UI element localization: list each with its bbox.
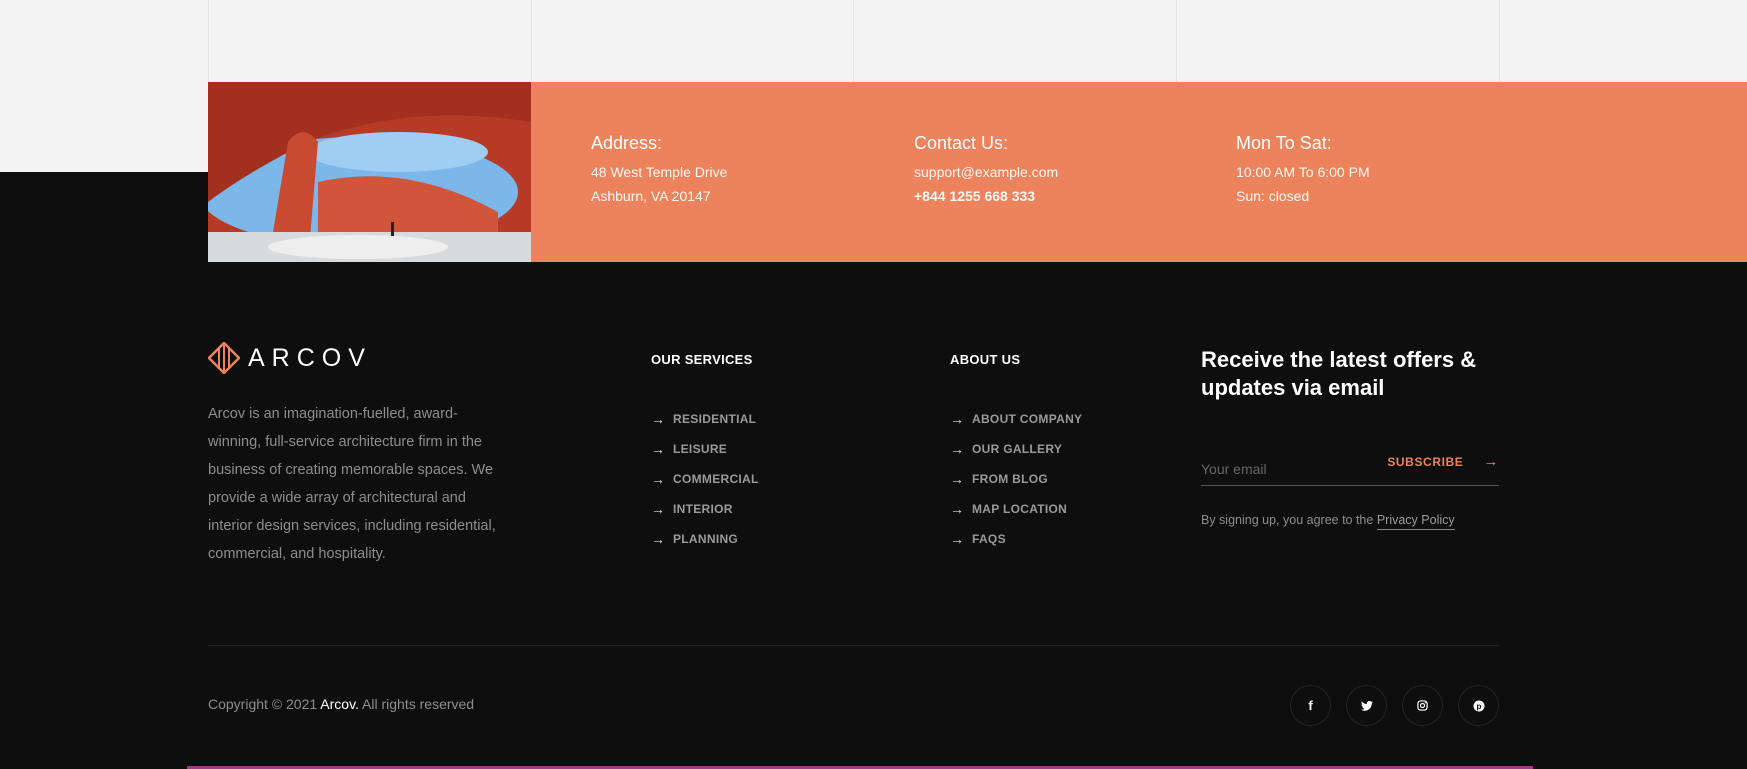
grid-divider xyxy=(1176,0,1177,82)
copyright-prefix: Copyright © 2021 xyxy=(208,696,317,712)
grid-divider xyxy=(1499,0,1500,82)
logo-mark-icon xyxy=(208,342,240,374)
arrow-right-icon: → xyxy=(1483,453,1499,470)
services-heading: OUR SERVICES xyxy=(651,352,753,367)
hours-line: Sun: closed xyxy=(1236,184,1370,208)
contact-phone[interactable]: +844 1255 668 333 xyxy=(914,184,1058,208)
link-label: OUR GALLERY xyxy=(972,442,1062,456)
arrow-right-icon: → xyxy=(651,501,663,517)
service-link-commercial[interactable]: → COMMERCIAL xyxy=(651,464,759,494)
facebook-icon: f xyxy=(1308,698,1312,713)
link-label: RESIDENTIAL xyxy=(673,412,756,426)
about-link-gallery[interactable]: → OUR GALLERY xyxy=(950,434,1082,464)
address-line: Ashburn, VA 20147 xyxy=(591,184,727,208)
newsletter-heading: Receive the latest offers & updates via … xyxy=(1201,346,1501,402)
footer-divider xyxy=(208,645,1499,646)
link-label: FROM BLOG xyxy=(972,472,1048,486)
company-description: Arcov is an imagination-fuelled, award-w… xyxy=(208,400,508,568)
arrow-right-icon: → xyxy=(651,471,663,487)
instagram-icon xyxy=(1417,700,1428,711)
architecture-photo xyxy=(208,82,531,262)
about-link-blog[interactable]: → FROM BLOG xyxy=(950,464,1082,494)
about-heading: ABOUT US xyxy=(950,352,1020,367)
link-label: INTERIOR xyxy=(673,502,733,516)
link-label: COMMERCIAL xyxy=(673,472,759,486)
privacy-policy-link[interactable]: Privacy Policy xyxy=(1377,513,1455,530)
grid-divider xyxy=(853,0,854,82)
logo-text: ARCOV xyxy=(248,344,372,373)
link-label: MAP LOCATION xyxy=(972,502,1067,516)
facebook-button[interactable]: f xyxy=(1290,685,1331,726)
twitter-icon xyxy=(1361,701,1373,711)
arrow-right-icon: → xyxy=(950,411,962,427)
about-link-map[interactable]: → MAP LOCATION xyxy=(950,494,1082,524)
arrow-right-icon: → xyxy=(651,531,663,547)
instagram-button[interactable] xyxy=(1402,685,1443,726)
address-line: 48 West Temple Drive xyxy=(591,160,727,184)
services-list: → RESIDENTIAL → LEISURE → COMMERCIAL → INTER… xyxy=(651,404,759,554)
arrow-right-icon: → xyxy=(950,501,962,517)
subscribe-button[interactable]: SUBSCRIBE → xyxy=(1387,453,1499,470)
twitter-button[interactable] xyxy=(1346,685,1387,726)
arrow-right-icon: → xyxy=(651,411,663,427)
grid-divider xyxy=(531,0,532,82)
svg-text:p: p xyxy=(1476,702,1481,711)
newsletter-form: SUBSCRIBE → xyxy=(1201,440,1499,486)
link-label: LEISURE xyxy=(673,442,727,456)
contact-block: Contact Us: support@example.com +844 125… xyxy=(914,133,1058,208)
link-label: ABOUT COMPANY xyxy=(972,412,1082,426)
contact-title: Contact Us: xyxy=(914,133,1058,154)
footer-logo[interactable]: ARCOV xyxy=(208,342,372,374)
arrow-right-icon: → xyxy=(950,471,962,487)
about-link-company[interactable]: → ABOUT COMPANY xyxy=(950,404,1082,434)
arrow-right-icon: → xyxy=(950,441,962,457)
top-section-background xyxy=(0,0,1747,82)
arrow-right-icon: → xyxy=(950,531,962,547)
email-input[interactable] xyxy=(1201,461,1381,477)
link-label: FAQS xyxy=(972,532,1006,546)
pinterest-button[interactable]: p xyxy=(1458,685,1499,726)
arrow-right-icon: → xyxy=(651,441,663,457)
address-block: Address: 48 West Temple Drive Ashburn, V… xyxy=(591,133,727,208)
service-link-residential[interactable]: → RESIDENTIAL xyxy=(651,404,759,434)
service-link-planning[interactable]: → PLANNING xyxy=(651,524,759,554)
about-link-faqs[interactable]: → FAQS xyxy=(950,524,1082,554)
copyright-brand[interactable]: Arcov. xyxy=(320,696,359,712)
contact-email[interactable]: support@example.com xyxy=(914,160,1058,184)
pinterest-icon: p xyxy=(1473,700,1485,712)
top-section-background-left xyxy=(0,82,208,172)
link-label: PLANNING xyxy=(673,532,738,546)
hours-block: Mon To Sat: 10:00 AM To 6:00 PM Sun: clo… xyxy=(1236,133,1370,208)
grid-divider xyxy=(208,0,209,82)
about-list: → ABOUT COMPANY → OUR GALLERY → FROM BLOG →… xyxy=(950,404,1082,554)
privacy-prefix: By signing up, you agree to the xyxy=(1201,513,1373,527)
copyright-suffix: All rights reserved xyxy=(362,696,474,712)
hours-title: Mon To Sat: xyxy=(1236,133,1370,154)
service-link-interior[interactable]: → INTERIOR xyxy=(651,494,759,524)
subscribe-label: SUBSCRIBE xyxy=(1387,455,1463,469)
address-title: Address: xyxy=(591,133,727,154)
hours-line: 10:00 AM To 6:00 PM xyxy=(1236,160,1370,184)
service-link-leisure[interactable]: → LEISURE xyxy=(651,434,759,464)
privacy-note: By signing up, you agree to the Privacy … xyxy=(1201,513,1455,527)
copyright: Copyright © 2021 Arcov. All rights reser… xyxy=(208,696,474,712)
